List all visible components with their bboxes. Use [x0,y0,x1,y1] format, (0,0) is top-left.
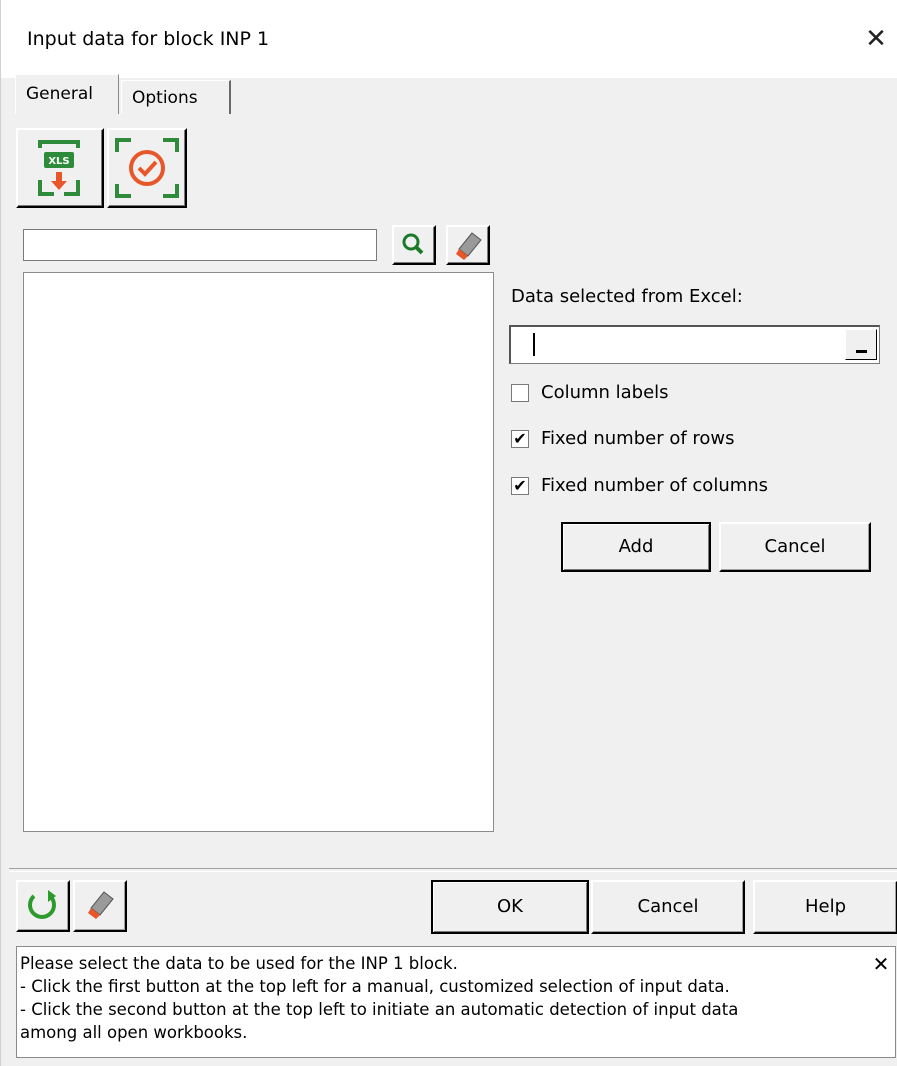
divider [9,868,897,872]
eraser-icon [88,891,114,919]
info-panel: Please select the data to be used for th… [16,946,896,1058]
import-excel-button[interactable]: XLS [16,128,104,208]
help-button[interactable]: Help [753,880,897,934]
refresh-icon [28,890,56,919]
range-select-button[interactable] [845,329,877,360]
info-line: - Click the second button at the top lef… [20,1000,739,1019]
column-labels-checkbox[interactable] [511,384,529,402]
cancel-button[interactable]: Cancel [591,880,745,934]
reset-button[interactable] [16,880,70,932]
auto-detect-button[interactable] [107,128,187,208]
search-button[interactable] [392,225,436,265]
data-list[interactable] [23,272,494,832]
data-selected-label: Data selected from Excel: [511,286,743,307]
column-labels-label: Column labels [541,382,669,403]
fixed-rows-checkbox[interactable]: ✔ [511,430,529,448]
data-range-input[interactable] [509,325,880,364]
collapse-icon [856,350,867,353]
cancel-add-button[interactable]: Cancel [719,522,871,572]
title-bar: Input data for block INP 1 ✕ [1,0,897,78]
xls-import-icon: XLS [38,140,80,196]
text-caret [533,333,535,356]
info-line: Please select the data to be used for th… [20,954,458,973]
tab-options[interactable]: Options [121,80,231,114]
info-line: - Click the first button at the top left… [20,977,730,996]
search-icon [402,233,424,255]
info-line: among all open workbooks. [20,1023,248,1042]
dialog-title: Input data for block INP 1 [27,28,270,50]
dialog: Input data for block INP 1 ✕ General Opt… [0,0,897,1066]
add-button[interactable]: Add [561,522,711,572]
fixed-rows-label: Fixed number of rows [541,428,735,449]
ok-button[interactable]: OK [431,880,589,934]
info-close-button[interactable]: ✕ [869,953,893,975]
eraser-icon [456,232,482,260]
tab-general[interactable]: General [15,74,119,114]
fixed-columns-label: Fixed number of columns [541,475,769,496]
close-button[interactable]: ✕ [859,20,893,58]
clear-button[interactable] [73,880,127,932]
auto-detect-icon [115,138,179,198]
fixed-columns-checkbox[interactable]: ✔ [511,477,529,495]
erase-button[interactable] [446,225,490,265]
search-input[interactable] [23,229,377,261]
xls-badge-text: XLS [48,156,69,167]
